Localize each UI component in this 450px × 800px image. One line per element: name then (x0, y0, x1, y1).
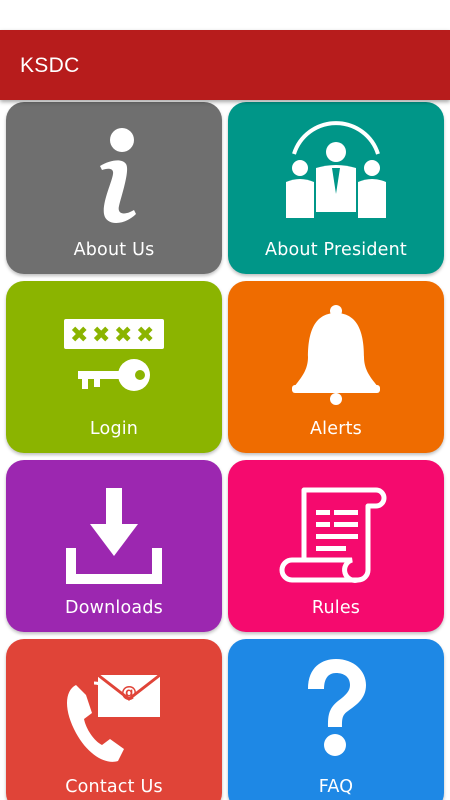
people-icon (286, 121, 386, 218)
download-icon (66, 488, 162, 584)
svg-text:@: @ (121, 682, 137, 701)
svg-text:✖: ✖ (70, 323, 88, 348)
about-president-tile[interactable]: About President (228, 102, 444, 274)
scroll-icon (279, 487, 387, 583)
faq-label: FAQ (318, 777, 354, 797)
phone-mail-icon: @ (67, 673, 161, 762)
contact-us-tile[interactable]: @ Contact Us (6, 639, 222, 800)
status-bar (0, 0, 450, 30)
alerts-tile[interactable]: Alerts (228, 281, 444, 453)
downloads-tile[interactable]: Downloads (6, 460, 222, 632)
about-us-tile[interactable]: About Us (6, 102, 222, 274)
faq-tile[interactable]: FAQ (228, 639, 444, 800)
alerts-label: Alerts (310, 419, 362, 439)
about-president-label: About President (265, 240, 407, 260)
app-title: KSDC (20, 54, 80, 77)
info-icon (100, 128, 136, 223)
svg-text:✖: ✖ (114, 323, 132, 348)
svg-text:✖: ✖ (136, 323, 154, 348)
svg-text:✖: ✖ (92, 323, 110, 348)
rules-tile[interactable]: Rules (228, 460, 444, 632)
login-label: Login (89, 419, 139, 439)
bell-icon (292, 305, 380, 405)
downloads-label: Downloads (65, 598, 163, 618)
login-tile[interactable]: ✖ ✖ ✖ ✖ Login (6, 281, 222, 453)
rules-label: Rules (311, 598, 361, 618)
about-us-label: About Us (73, 240, 155, 260)
question-icon (308, 659, 366, 756)
password-key-icon: ✖ ✖ ✖ ✖ (64, 319, 164, 391)
contact-us-label: Contact Us (65, 777, 163, 797)
app-bar: KSDC (0, 30, 450, 100)
menu-grid: About Us About President ✖ ✖ ✖ ✖ Login A… (0, 100, 450, 800)
